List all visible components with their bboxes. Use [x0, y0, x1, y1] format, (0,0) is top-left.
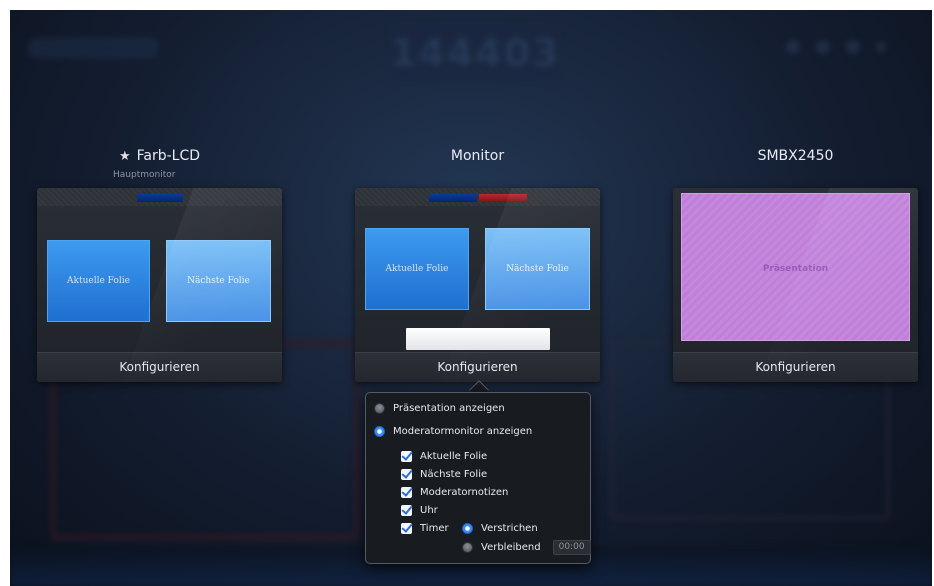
- monitor-layout-box[interactable]: Aktuelle Folie Nächste Folie Konfigurier…: [37, 188, 282, 382]
- radio-on-icon: [374, 426, 385, 437]
- configure-button[interactable]: Konfigurieren: [37, 352, 282, 382]
- slot-current-slide[interactable]: Aktuelle Folie: [365, 228, 469, 310]
- radio-off-icon: [462, 542, 473, 553]
- checkbox-presenter-notes[interactable]: Moderatornotizen: [401, 487, 508, 498]
- monitor-subtitle: Hauptmonitor: [113, 170, 176, 180]
- background-clock: 144403: [390, 24, 560, 82]
- checkbox-checked-icon: [401, 487, 412, 498]
- slot-next-slide[interactable]: Nächste Folie: [166, 240, 271, 322]
- checkbox-current-slide[interactable]: Aktuelle Folie: [401, 451, 487, 462]
- slot-current-slide[interactable]: Aktuelle Folie: [47, 240, 150, 322]
- checkbox-timer[interactable]: Timer: [401, 523, 449, 534]
- background-dot-icon: [876, 42, 886, 52]
- checkbox-checked-icon: [401, 451, 412, 462]
- monitor-indicator: [429, 194, 477, 202]
- monitor-layout-box[interactable]: Aktuelle Folie Nächste Folie Konfigurier…: [355, 188, 600, 382]
- monitor-arrangement-screen: 144403 ★ Farb-LCD Hauptmonitor Aktuelle F…: [10, 10, 932, 586]
- background-dot-icon: [786, 40, 800, 54]
- checkbox-checked-icon: [401, 505, 412, 516]
- configure-button[interactable]: Konfigurieren: [355, 352, 600, 382]
- configure-popover: Präsentation anzeigen Moderatormonitor a…: [365, 392, 591, 564]
- configure-button[interactable]: Konfigurieren: [673, 352, 918, 382]
- checkbox-next-slide[interactable]: Nächste Folie: [401, 469, 487, 480]
- checkbox-checked-icon: [401, 523, 412, 534]
- background-dot-icon: [816, 40, 830, 54]
- checkbox-checked-icon: [401, 469, 412, 480]
- monitor-topbar: [355, 188, 600, 206]
- radio-show-presenter[interactable]: Moderatormonitor anzeigen: [374, 426, 532, 437]
- slot-presentation[interactable]: Präsentation: [681, 193, 910, 341]
- background-pill: [28, 38, 158, 58]
- monitor-indicator: [479, 194, 527, 202]
- radio-timer-remaining[interactable]: Verbleibend 00:00: [462, 540, 591, 555]
- star-icon: ★: [118, 149, 131, 164]
- radio-timer-elapsed[interactable]: Verstrichen: [462, 523, 538, 534]
- monitor-layout-box[interactable]: Präsentation Konfigurieren: [673, 188, 918, 382]
- radio-show-presentation[interactable]: Präsentation anzeigen: [374, 403, 505, 414]
- radio-off-icon: [374, 403, 385, 414]
- monitor-indicator: [137, 194, 183, 202]
- background-dot-icon: [846, 40, 860, 54]
- monitor-title: Monitor: [450, 148, 505, 164]
- monitor-title: ★ Farb-LCD: [118, 148, 201, 164]
- slot-notes[interactable]: [406, 328, 550, 350]
- checkbox-clock[interactable]: Uhr: [401, 505, 438, 516]
- monitor-topbar: [37, 188, 282, 206]
- radio-on-icon: [462, 523, 473, 534]
- monitor-title: SMBX2450: [757, 148, 834, 164]
- slot-next-slide[interactable]: Nächste Folie: [485, 228, 590, 310]
- remaining-time-field[interactable]: 00:00: [552, 540, 591, 555]
